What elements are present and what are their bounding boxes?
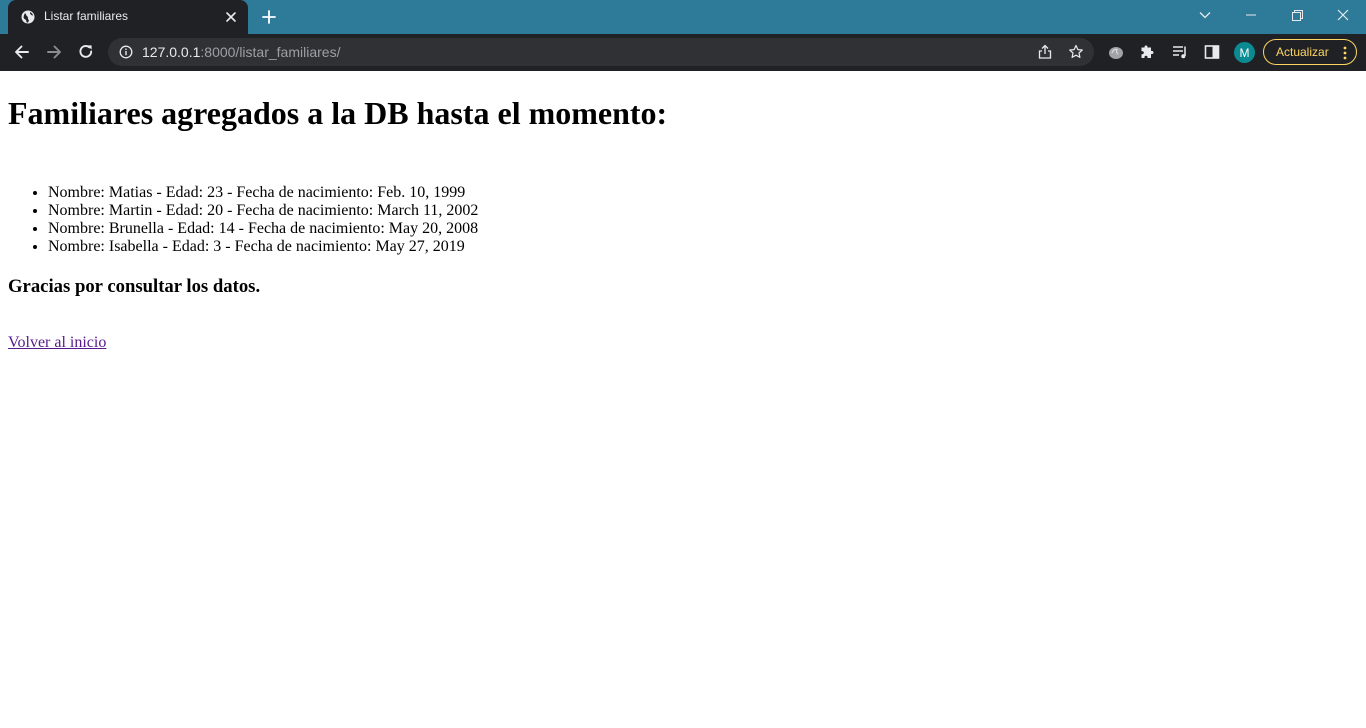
extension-icon[interactable]	[1108, 44, 1124, 60]
thanks-message: Gracias por consultar los datos.	[8, 276, 261, 297]
page-content: Familiares agregados a la DB hasta el mo…	[0, 71, 1366, 728]
browser-chrome: Listar familiares 127.0.0.1:8000/listar_…	[0, 0, 1366, 71]
minimize-icon[interactable]	[1228, 0, 1274, 30]
close-tab-icon[interactable]	[224, 10, 238, 24]
new-tab-icon[interactable]	[261, 9, 277, 25]
close-window-icon[interactable]	[1320, 0, 1366, 30]
list-item: Nombre: Matias - Edad: 23 - Fecha de nac…	[48, 184, 478, 202]
reload-icon[interactable]	[76, 42, 96, 62]
tab-listar-familiares[interactable]: Listar familiares	[8, 0, 248, 34]
forward-icon[interactable]	[44, 42, 64, 62]
tab-search-icon[interactable]	[1182, 0, 1228, 30]
globe-icon	[21, 10, 35, 24]
site-info-icon[interactable]	[119, 45, 133, 59]
share-icon[interactable]	[1037, 44, 1053, 60]
update-button[interactable]: Actualizar	[1263, 39, 1357, 65]
url-host: 127.0.0.1	[142, 44, 201, 60]
back-to-home-link[interactable]: Volver al inicio	[8, 334, 106, 352]
browser-toolbar: 127.0.0.1:8000/listar_familiares/ M Actu…	[0, 34, 1366, 71]
media-queue-icon[interactable]	[1172, 44, 1188, 60]
url-path: :8000/listar_familiares/	[200, 44, 341, 60]
update-label: Actualizar	[1276, 45, 1329, 59]
more-menu-icon[interactable]	[1342, 46, 1348, 60]
list-item: Nombre: Martin - Edad: 20 - Fecha de nac…	[48, 202, 478, 220]
tab-strip: Listar familiares	[0, 0, 1366, 34]
familiares-list: Nombre: Matias - Edad: 23 - Fecha de nac…	[8, 184, 478, 256]
side-panel-icon[interactable]	[1204, 44, 1220, 60]
restore-icon[interactable]	[1274, 0, 1320, 30]
list-item: Nombre: Brunella - Edad: 14 - Fecha de n…	[48, 220, 478, 238]
page-title: Familiares agregados a la DB hasta el mo…	[8, 95, 668, 131]
profile-avatar[interactable]: M	[1234, 42, 1255, 63]
puzzle-icon[interactable]	[1140, 44, 1156, 60]
list-item: Nombre: Isabella - Edad: 3 - Fecha de na…	[48, 238, 478, 256]
tab-title: Listar familiares	[44, 9, 129, 23]
back-icon[interactable]	[12, 42, 32, 62]
url-text: 127.0.0.1:8000/listar_familiares/	[142, 44, 340, 60]
bookmark-star-icon[interactable]	[1068, 44, 1084, 60]
address-bar[interactable]: 127.0.0.1:8000/listar_familiares/	[108, 38, 1094, 66]
